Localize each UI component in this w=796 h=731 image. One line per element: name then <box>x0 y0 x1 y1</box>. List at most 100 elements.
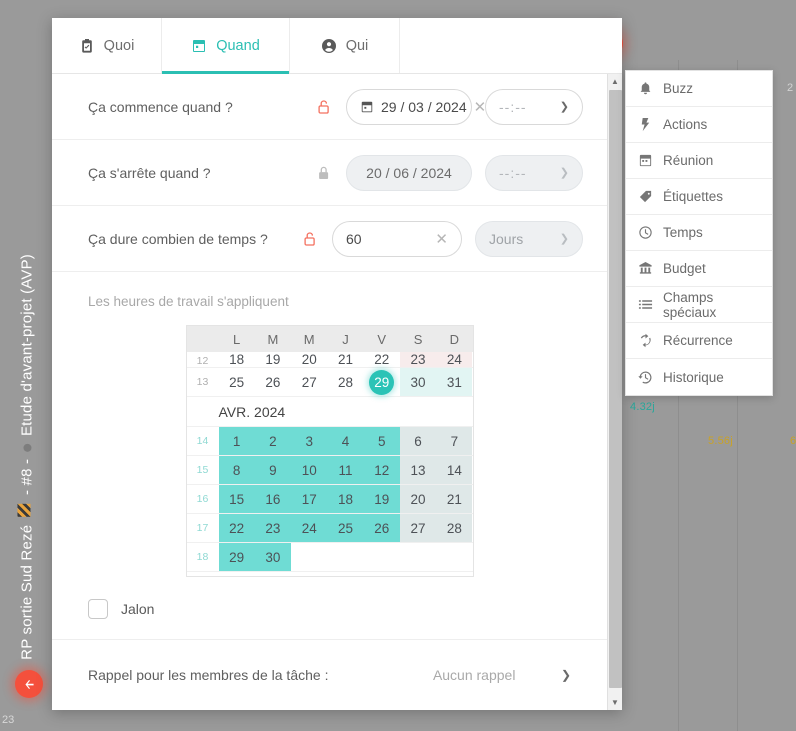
side-menu-item-recurrence[interactable]: Récurrence <box>626 323 772 359</box>
calendar-day-cell[interactable]: 15 <box>218 485 255 513</box>
calendar-week-row: 17 22 23 24 25 26 27 28 <box>186 514 473 543</box>
calendar-day-cell[interactable]: 11 <box>327 456 364 484</box>
calendar-day-cell[interactable]: 5 <box>363 427 400 455</box>
side-menu-label: Champs spéciaux <box>663 289 717 320</box>
calendar-day-cell[interactable]: 25 <box>327 514 364 542</box>
side-menu-item-actions[interactable]: Actions <box>626 107 772 143</box>
calendar-day-cell[interactable]: 28 <box>436 514 473 542</box>
calendar-day-cell[interactable]: 9 <box>254 456 292 484</box>
calendar-day-cell[interactable]: 14 <box>436 456 473 484</box>
calendar-day-cell[interactable]: 24 <box>291 514 328 542</box>
calendar-month-label-row: AVR. 2024 <box>186 397 473 427</box>
calendar-day-cell[interactable]: 10 <box>291 456 328 484</box>
refresh-icon <box>638 333 653 348</box>
calendar-day-cell[interactable]: 12 <box>363 456 400 484</box>
duration-input[interactable]: 60 ✕ <box>332 220 462 257</box>
calendar-day-cell[interactable]: 22 <box>364 352 400 367</box>
field-row-start-date: Ça commence quand ? 29 / 03 / 2024 ✕ --:… <box>52 74 607 140</box>
calendar-day-cell[interactable]: 3 <box>291 427 328 455</box>
project-title-text: RP sortie Sud Rezé - #8 - Etude d'avant-… <box>16 254 36 660</box>
calendar-day-cell[interactable]: 25 <box>219 368 255 396</box>
side-menu-item-historique[interactable]: Historique <box>626 359 772 395</box>
side-menu-item-temps[interactable]: Temps <box>626 215 772 251</box>
calendar-day-cell[interactable]: 27 <box>291 368 327 396</box>
duration-unit-select: Jours ❯ <box>475 220 583 257</box>
tag-icon <box>638 189 653 204</box>
calendar-day-cell[interactable]: 2 <box>254 427 292 455</box>
tab-quoi[interactable]: Quoi <box>52 18 162 73</box>
end-time-select: --:-- ❯ <box>485 154 583 191</box>
calendar-day-cell[interactable]: 24 <box>436 352 473 367</box>
calendar-day-cell[interactable]: 16 <box>254 485 292 513</box>
start-date-input[interactable]: 29 / 03 / 2024 ✕ <box>346 88 486 125</box>
calendar-day-cell[interactable]: 30 <box>254 543 292 571</box>
clear-duration-button[interactable]: ✕ <box>435 230 448 248</box>
calendar-day-cell[interactable]: 19 <box>363 485 400 513</box>
calendar-day-cell[interactable]: 18 <box>327 485 364 513</box>
history-icon <box>638 370 653 385</box>
scrollbar-thumb[interactable] <box>609 90 622 688</box>
side-menu-item-budget[interactable]: Budget <box>626 251 772 287</box>
clipboard-check-icon <box>79 38 95 54</box>
calendar-day-cell[interactable]: 23 <box>399 352 437 367</box>
calendar-day-cell[interactable]: 4 <box>327 427 364 455</box>
lock-open-icon[interactable] <box>302 231 318 247</box>
calendar-day-cell[interactable]: 22 <box>218 514 255 542</box>
calendar-day-cell[interactable]: 8 <box>218 456 255 484</box>
start-time-select[interactable]: --:-- ❯ <box>485 88 583 125</box>
calendar-day-cell[interactable]: 29 <box>218 543 255 571</box>
scroll-up-button[interactable]: ▲ <box>608 74 622 89</box>
calendar-day-cell[interactable]: 21 <box>436 485 473 513</box>
calendar-day-cell[interactable]: 28 <box>327 368 363 396</box>
duration-unit-value: Jours <box>489 230 524 247</box>
back-button[interactable] <box>15 670 43 698</box>
calendar-day-cell[interactable]: 19 <box>255 352 291 367</box>
tab-label: Qui <box>345 37 369 54</box>
calendar-icon <box>191 38 207 54</box>
calendar-day-cell[interactable]: 26 <box>363 514 400 542</box>
calendar-day-cell[interactable]: 20 <box>399 485 437 513</box>
chevron-down-icon[interactable]: ❯ <box>561 668 571 682</box>
calendar-day-cell[interactable]: 30 <box>399 368 437 396</box>
calendar-week-row: 16 15 16 17 18 19 20 21 <box>186 485 473 514</box>
week-number: 17 <box>196 522 209 534</box>
side-menu-item-champs-speciaux[interactable]: Champs spéciaux <box>626 287 772 323</box>
tab-label: Quoi <box>103 37 135 54</box>
context-side-menu[interactable]: Buzz Actions Réunion Étiquettes Temps Bu… <box>625 70 773 396</box>
calendar-day-cell[interactable]: 31 <box>436 368 473 396</box>
calendar-day-cell[interactable]: 21 <box>327 352 363 367</box>
lock-open-icon[interactable] <box>316 99 332 115</box>
calendar-selected-day[interactable]: 29 <box>369 369 395 395</box>
calendar-day-cell[interactable]: 6 <box>399 427 437 455</box>
side-menu-label: Étiquettes <box>663 189 724 204</box>
arrow-left-icon <box>24 679 34 689</box>
left-sidebar: RP sortie Sud Rezé - #8 - Etude d'avant-… <box>0 0 52 731</box>
date-range-calendar[interactable]: L M M J V S D 12 18 19 20 21 22 23 24 13 25 26 27 28… <box>185 325 474 577</box>
calendar-day-cell[interactable]: 20 <box>291 352 327 367</box>
end-date-value: 20 / 06 / 2024 <box>366 164 452 181</box>
milestone-checkbox[interactable] <box>88 599 108 619</box>
reminder-value: Aucun rappel <box>432 667 516 683</box>
lock-closed-icon[interactable] <box>316 165 332 181</box>
calendar-day-cell[interactable]: 23 <box>254 514 292 542</box>
calendar-day-cell[interactable]: 29 <box>364 368 400 396</box>
tab-qui[interactable]: Qui <box>290 18 400 73</box>
side-menu-label: Actions <box>663 117 708 132</box>
calendar-day-cell[interactable]: 18 <box>219 352 255 367</box>
calendar-day-cell[interactable]: 13 <box>399 456 437 484</box>
calendar-day-empty <box>400 543 436 571</box>
calendar-day-cell[interactable]: 17 <box>291 485 328 513</box>
scroll-down-button[interactable]: ▼ <box>608 695 622 710</box>
side-menu-item-buzz[interactable]: Buzz <box>626 71 772 107</box>
bolt-icon <box>638 117 653 132</box>
calendar-day-cell[interactable]: 1 <box>218 427 255 455</box>
calendar-day-cell[interactable]: 27 <box>399 514 437 542</box>
milestone-label: Jalon <box>121 601 155 617</box>
calendar-day-cell[interactable]: 26 <box>255 368 291 396</box>
modal-scrollbar[interactable]: ▲ ▼ <box>607 74 622 710</box>
reminder-label: Rappel pour les membres de la tâche : <box>88 667 329 683</box>
side-menu-item-reunion[interactable]: Réunion <box>626 143 772 179</box>
side-menu-item-etiquettes[interactable]: Étiquettes <box>626 179 772 215</box>
calendar-day-cell[interactable]: 7 <box>436 427 473 455</box>
tab-quand[interactable]: Quand <box>162 18 290 74</box>
